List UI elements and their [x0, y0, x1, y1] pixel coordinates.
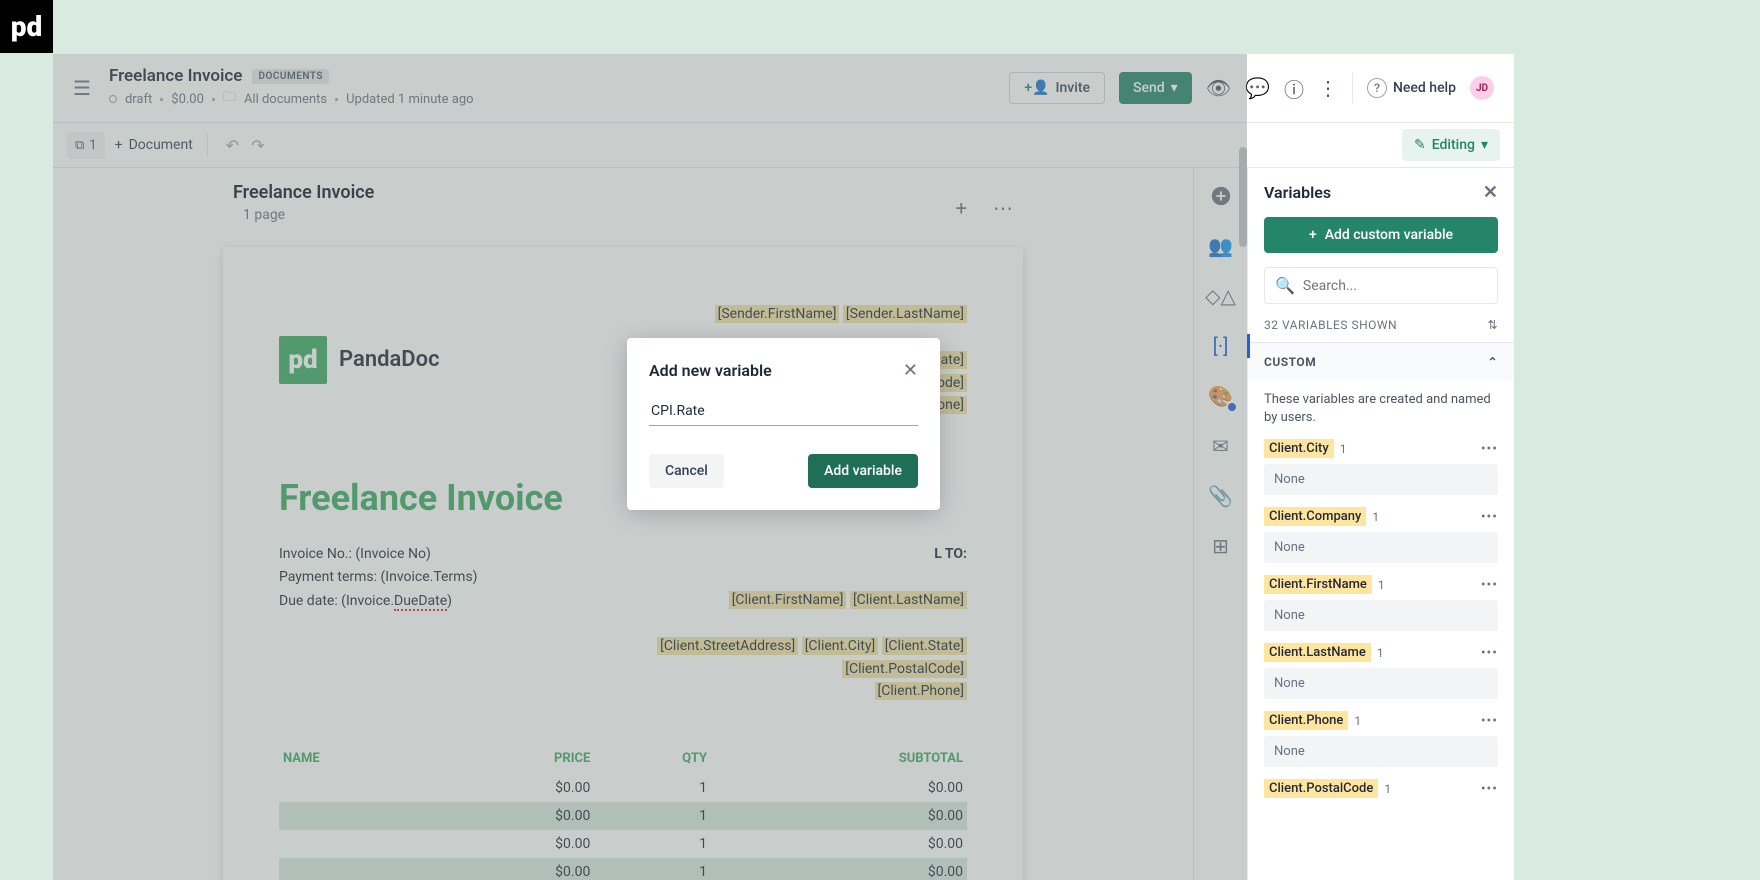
search-icon: 🔍 — [1275, 276, 1295, 295]
help-icon: ? — [1367, 78, 1387, 98]
var-more-icon[interactable]: ••• — [1481, 509, 1498, 525]
shown-count: 32 VARIABLES SHOWN — [1264, 318, 1397, 332]
editing-label: Editing — [1432, 137, 1475, 153]
add-variable-submit-button[interactable]: Add variable — [808, 454, 918, 488]
var-name: Client.City — [1264, 439, 1334, 458]
var-count: 1 — [1377, 646, 1384, 660]
pencil-icon: ✎ — [1414, 137, 1426, 153]
var-count: 1 — [1354, 714, 1361, 728]
vars-title: Variables — [1264, 183, 1331, 202]
search-input-wrap[interactable]: 🔍 — [1264, 267, 1498, 304]
info-icon[interactable]: ⓘ — [1284, 74, 1304, 103]
add-variable-button[interactable]: + Add custom variable — [1264, 217, 1498, 253]
sort-icon[interactable]: ⇅ — [1487, 318, 1498, 332]
variable-item[interactable]: Client.LastName 1 ••• None — [1248, 637, 1514, 705]
var-name: Client.Phone — [1264, 711, 1348, 730]
need-help-button[interactable]: ? Need help — [1367, 78, 1456, 98]
var-count: 1 — [1384, 782, 1391, 796]
avatar-initials: JD — [1476, 83, 1488, 94]
plus-icon: + — [1309, 227, 1317, 243]
var-value[interactable]: None — [1264, 464, 1498, 495]
group-desc: These variables are created and named by… — [1248, 381, 1514, 433]
variable-item[interactable]: Client.Company 1 ••• None — [1248, 501, 1514, 569]
var-value[interactable]: None — [1264, 600, 1498, 631]
group-name: CUSTOM — [1264, 355, 1316, 369]
need-help-label: Need help — [1393, 80, 1456, 96]
variable-item[interactable]: Client.FirstName 1 ••• None — [1248, 569, 1514, 637]
avatar[interactable]: JD — [1470, 76, 1494, 100]
var-count: 1 — [1378, 578, 1385, 592]
variable-item[interactable]: Client.PostalCode 1 ••• — [1248, 773, 1514, 804]
var-more-icon[interactable]: ••• — [1481, 713, 1498, 729]
app-logo: pd — [0, 0, 53, 53]
variable-item[interactable]: Client.Phone 1 ••• None — [1248, 705, 1514, 773]
variable-name-input[interactable] — [649, 397, 918, 426]
close-icon[interactable]: ✕ — [903, 360, 918, 381]
close-icon[interactable]: ✕ — [1483, 182, 1498, 203]
var-name: Client.FirstName — [1264, 575, 1372, 594]
var-name: Client.Company — [1264, 507, 1366, 526]
variables-panel: Variables ✕ + Add custom variable 🔍 32 V… — [1247, 168, 1514, 880]
editing-mode-button[interactable]: ✎ Editing ▾ — [1402, 129, 1500, 161]
var-name: Client.PostalCode — [1264, 779, 1378, 798]
var-value[interactable]: None — [1264, 668, 1498, 699]
logo-text: pd — [11, 10, 43, 43]
cancel-button[interactable]: Cancel — [649, 454, 724, 488]
var-count: 1 — [1340, 442, 1347, 456]
var-more-icon[interactable]: ••• — [1481, 645, 1498, 661]
modal-title: Add new variable — [649, 361, 772, 380]
more-v-icon[interactable]: ⋮ — [1318, 76, 1338, 100]
caret-down-icon: ▾ — [1481, 137, 1488, 153]
search-input[interactable] — [1303, 278, 1487, 294]
variable-item[interactable]: Client.City 1 ••• None — [1248, 433, 1514, 501]
add-variable-modal: Add new variable ✕ Cancel Add variable — [627, 338, 940, 510]
add-var-label: Add custom variable — [1325, 227, 1453, 243]
var-more-icon[interactable]: ••• — [1481, 577, 1498, 593]
var-value[interactable]: None — [1264, 736, 1498, 767]
comment-icon[interactable]: 💬 — [1245, 76, 1270, 100]
chevron-up-icon: ⌃ — [1487, 355, 1498, 369]
var-more-icon[interactable]: ••• — [1481, 441, 1498, 457]
var-name: Client.LastName — [1264, 643, 1371, 662]
var-value[interactable]: None — [1264, 532, 1498, 563]
group-header[interactable]: CUSTOM ⌃ — [1248, 342, 1514, 381]
var-count: 1 — [1372, 510, 1379, 524]
var-more-icon[interactable]: ••• — [1481, 781, 1498, 797]
